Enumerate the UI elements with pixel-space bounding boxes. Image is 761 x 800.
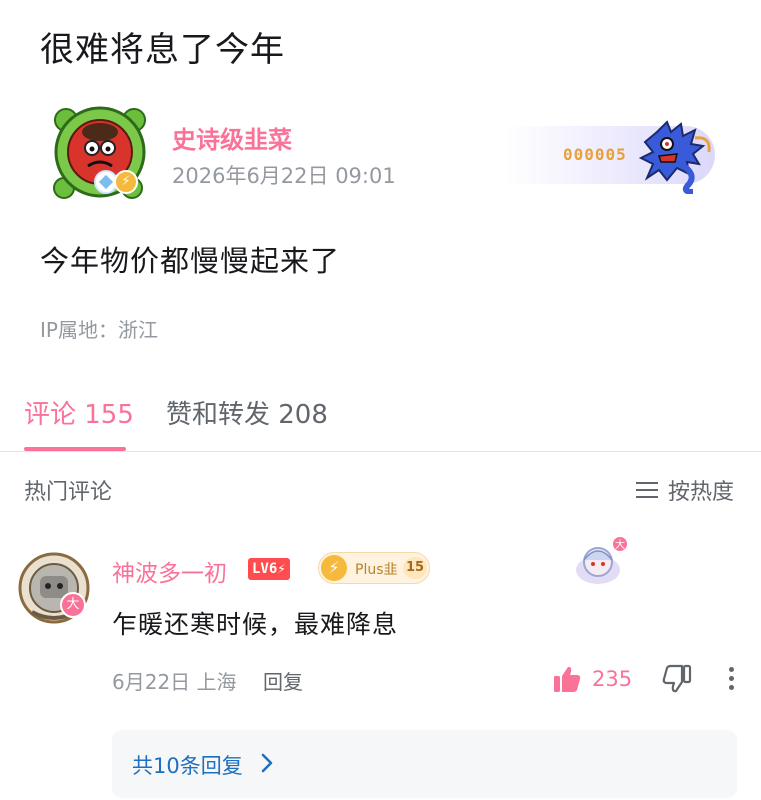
svg-text:大: 大 xyxy=(615,538,625,551)
fan-badge-number: 000005 xyxy=(563,145,627,164)
ip-location: IP属地：浙江 xyxy=(40,318,158,342)
comment-tabs: 评论 155 赞和转发 208 xyxy=(0,380,761,452)
anime-decoration-icon: 大 xyxy=(570,534,632,590)
replies-link-text: 共10条回复 xyxy=(132,754,243,778)
dragon-icon xyxy=(638,120,711,194)
dislike-button[interactable] xyxy=(662,664,692,698)
comment-date-location: 6月22日 上海 xyxy=(112,670,237,694)
post-title: 很难将息了今年 xyxy=(40,30,285,70)
hot-comments-label: 热门评论 xyxy=(24,480,113,505)
lightning-icon: ⚡ xyxy=(321,555,347,581)
tab-likes-shares[interactable]: 赞和转发 208 xyxy=(166,394,328,431)
like-count: 235 xyxy=(592,667,633,691)
menu-lines-icon xyxy=(636,481,658,499)
sort-button[interactable]: 按热度 xyxy=(636,474,734,506)
avatar-image xyxy=(18,552,90,624)
post-content: 今年物价都慢慢起来了 xyxy=(40,244,341,278)
active-tab-indicator xyxy=(24,447,126,451)
like-button[interactable]: 235 xyxy=(552,664,632,694)
commenter-avatar[interactable]: 大 xyxy=(18,552,94,628)
tab-comments[interactable]: 评论 155 xyxy=(24,394,134,431)
sort-label: 按热度 xyxy=(668,480,735,505)
chevron-right-icon xyxy=(261,753,273,773)
post-timestamp: 2026年6月22日 09:01 xyxy=(172,164,396,188)
more-options-button[interactable] xyxy=(722,664,742,694)
comment-text: 乍暖还寒时候，最难降息 xyxy=(112,610,399,639)
plus-badge[interactable]: ⚡ Plus韭 15 xyxy=(318,552,430,584)
vip-badge-icon: 大 xyxy=(60,592,86,618)
fan-badge[interactable]: 000005 xyxy=(505,118,720,194)
lightning-badge-icon: ⚡ xyxy=(114,170,138,194)
reply-button[interactable]: 回复 xyxy=(263,666,303,695)
view-replies-button[interactable]: 共10条回复 xyxy=(112,730,737,798)
thumbs-down-icon xyxy=(662,664,692,693)
commenter-name[interactable]: 神波多一初 xyxy=(112,554,227,588)
thumbs-up-icon xyxy=(554,666,581,692)
plus-badge-label: Plus韭 xyxy=(355,562,398,578)
author-name[interactable]: 史诗级韭菜 xyxy=(172,120,292,155)
author-avatar[interactable]: ⚡ xyxy=(48,100,152,204)
level-badge: LV6⚡ xyxy=(248,558,290,580)
plus-badge-level: 15 xyxy=(403,557,427,579)
